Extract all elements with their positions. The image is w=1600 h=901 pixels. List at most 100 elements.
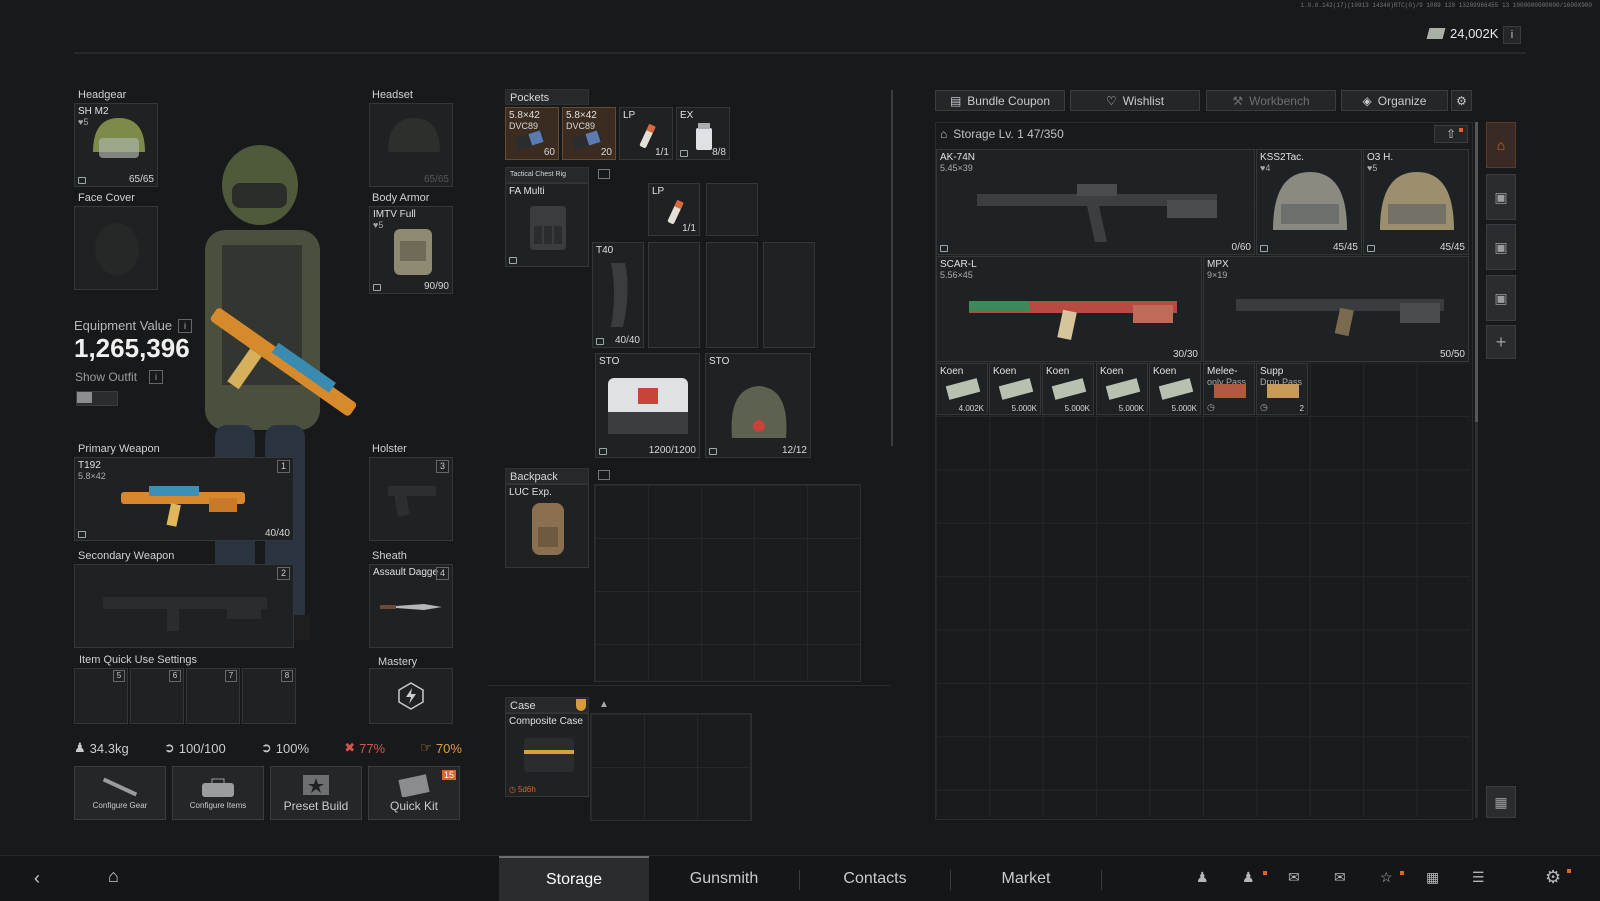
sheath-label: Sheath	[372, 550, 407, 562]
holster-slot[interactable]: 3	[369, 457, 453, 541]
storage-title: ⌂ Storage Lv. 1 47/350	[940, 127, 1064, 141]
primary-weapon-slot[interactable]: T192 5.8×42 1 40/40	[74, 457, 294, 541]
chest-rig-empty-slot[interactable]	[648, 242, 700, 348]
info-icon[interactable]: i	[178, 318, 193, 333]
chest-rig-lp-slot[interactable]: LP 1/1	[648, 183, 700, 236]
storage-item-koen[interactable]: Koen 4.002K	[936, 363, 988, 415]
backpack-header: Backpack	[505, 468, 589, 484]
sheath-item-name: Assault Dagge	[373, 567, 439, 578]
chest-rig-mag-slot[interactable]: T40 40/40	[592, 242, 644, 348]
storage-item-koen[interactable]: Koen 5.000K	[1042, 363, 1094, 415]
pocket-slot-2[interactable]: 5.8×42 DVC89 20	[562, 107, 616, 160]
body-armor-label: Body Armor	[372, 192, 430, 204]
quick-use-slot-6[interactable]: 6	[130, 668, 184, 724]
case-icon: ▣	[1494, 238, 1508, 255]
cash-stack-icon	[1105, 378, 1141, 400]
storage-settings-button[interactable]: ⚙	[1451, 90, 1472, 111]
top-divider	[74, 52, 1526, 54]
secondary-weapon-slot[interactable]: 2	[74, 564, 294, 648]
back-button[interactable]: ‹	[34, 868, 40, 889]
storage-item-mpx[interactable]: MPX 9×19 50/50	[1203, 256, 1469, 362]
storage-item-koen[interactable]: Koen 5.000K	[989, 363, 1041, 415]
slot-number-1: 1	[277, 460, 290, 473]
organize-button[interactable]: ◈ Organize	[1341, 90, 1448, 111]
sidebar-container-button-3[interactable]: ▣	[1486, 275, 1516, 321]
headset-label: Headset	[372, 89, 413, 101]
mastery-slot[interactable]	[369, 668, 453, 724]
profile-button[interactable]: ♟	[1242, 869, 1255, 886]
info-icon[interactable]: i	[149, 370, 164, 384]
backpack-settings-icon[interactable]	[598, 470, 610, 480]
case-grid[interactable]	[590, 713, 752, 821]
friends-button[interactable]: ♟	[1196, 869, 1209, 886]
quick-use-slot-8[interactable]: 8	[242, 668, 296, 724]
sidebar-bottom-button[interactable]: ▦	[1486, 786, 1516, 818]
sidebar-container-button-2[interactable]: ▣	[1486, 224, 1516, 270]
storage-item-melee-pass[interactable]: Melee-only Pass ◷	[1203, 363, 1255, 415]
sto-bag-slot[interactable]: STO 12/12	[705, 353, 811, 458]
sto-medical-slot[interactable]: STO 1200/1200	[595, 353, 700, 458]
quick-use-slot-5[interactable]: 5	[74, 668, 128, 724]
chest-rig-empty-slot[interactable]	[763, 242, 815, 348]
chest-rig-slot[interactable]: FA Multi	[505, 183, 589, 267]
sheath-slot[interactable]: Assault Dagge 4	[369, 564, 453, 648]
chest-rig-empty-slot[interactable]	[706, 183, 758, 236]
storage-item-koen[interactable]: Koen 5.000K	[1149, 363, 1201, 415]
headgear-slot[interactable]: SH M2 ♥5 65/65	[74, 103, 158, 187]
storage-item-scar-l[interactable]: SCAR-L 5.56×45 30/30	[936, 256, 1202, 362]
body-armor-slot[interactable]: IMTV Full ♥5 90/90	[369, 206, 453, 294]
sidebar-storage-home-button[interactable]: ⌂	[1486, 122, 1516, 168]
storage-scrollbar[interactable]	[1475, 122, 1478, 818]
bundle-coupon-button[interactable]: ▤ Bundle Coupon	[935, 90, 1065, 111]
headset-slot[interactable]: 65/65	[369, 103, 453, 187]
tab-gunsmith[interactable]: Gunsmith	[649, 856, 799, 901]
center-scrollbar[interactable]	[891, 90, 893, 446]
case-timer: ◷ 5d6h	[509, 785, 536, 794]
case-slot[interactable]: Composite Case ◷ 5d6h	[505, 713, 589, 797]
storage-item-koen[interactable]: Koen 5.000K	[1096, 363, 1148, 415]
storage-item-supply-drop-pass[interactable]: Supp Drop Pass ◷ 2	[1256, 363, 1308, 415]
storage-item-kss2tac[interactable]: KSS2Tac. ♥4 45/45	[1256, 149, 1362, 255]
home-button[interactable]: ⌂	[108, 866, 119, 887]
pocket-slot-1[interactable]: 5.8×42 DVC89 60	[505, 107, 559, 160]
sidebar-add-button[interactable]: +	[1486, 325, 1516, 359]
body-armor-rating: ♥5	[373, 220, 384, 230]
tab-market[interactable]: Market	[951, 856, 1101, 901]
chest-rig-settings-icon[interactable]	[598, 169, 610, 179]
chest-rig-empty-slot[interactable]	[706, 242, 758, 348]
currency-value: 24,002K	[1450, 26, 1499, 41]
backpack-slot[interactable]: LUC Exp.	[505, 484, 589, 568]
wallet-button[interactable]: ▦	[1426, 869, 1439, 886]
case-pin-icon[interactable]: ▲	[598, 699, 610, 711]
mail-button[interactable]: ✉	[1334, 869, 1346, 886]
quick-kit-button[interactable]: Quick Kit 15	[368, 766, 460, 820]
configure-items-button[interactable]: Configure Items	[172, 766, 264, 820]
storage-item-o3h[interactable]: O3 H. ♥5 45/45	[1363, 149, 1469, 255]
configure-gear-button[interactable]: Configure Gear	[74, 766, 166, 820]
cash-stack-icon	[1158, 378, 1194, 400]
chat-button[interactable]: ✉	[1288, 869, 1300, 886]
currency-info-button[interactable]: i	[1503, 26, 1521, 44]
heart-icon: ♡	[1105, 93, 1117, 108]
show-outfit-toggle[interactable]	[76, 391, 118, 406]
settings-button[interactable]: ⚙	[1545, 867, 1561, 888]
face-cover-slot[interactable]	[74, 206, 158, 290]
tasks-button[interactable]: ☰	[1472, 869, 1485, 886]
penalty-stat: ✖ 77%	[344, 740, 386, 756]
preset-build-button[interactable]: Preset Build	[270, 766, 362, 820]
backpack-grid[interactable]	[594, 484, 861, 682]
primary-weapon-ammo: 40/40	[264, 528, 290, 539]
primary-weapon-name: T192	[78, 460, 101, 471]
tab-contacts[interactable]: Contacts	[800, 856, 950, 901]
wishlist-button[interactable]: ♡ Wishlist	[1070, 90, 1200, 111]
storage-item-ak74n[interactable]: AK-74N 5.45×39 0/60	[936, 149, 1255, 255]
pocket-slot-4[interactable]: EX 8/8	[676, 107, 730, 160]
trophy-button[interactable]: ☆	[1380, 869, 1393, 886]
kit-card-icon	[398, 774, 430, 797]
sidebar-container-button-1[interactable]: ▣	[1486, 174, 1516, 220]
show-outfit-label: Show Outfit i	[75, 370, 164, 384]
quick-use-slot-7[interactable]: 7	[186, 668, 240, 724]
tab-storage[interactable]: Storage	[499, 856, 649, 901]
pocket-slot-3[interactable]: LP 1/1	[619, 107, 673, 160]
workbench-button[interactable]: ⚒ Workbench	[1206, 90, 1336, 111]
